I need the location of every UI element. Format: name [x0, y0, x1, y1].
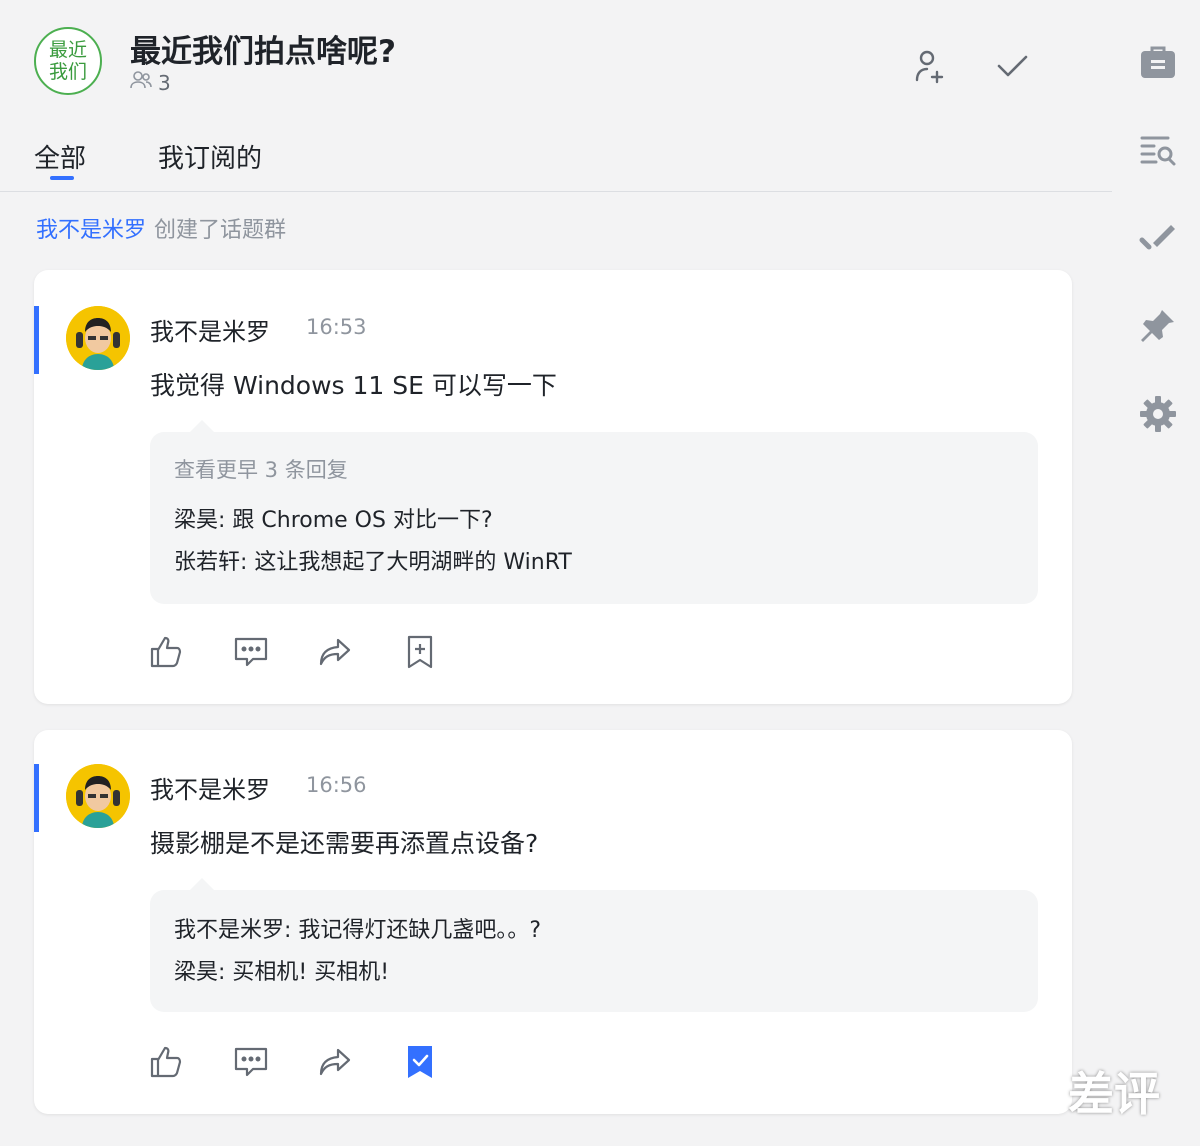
system-message: 我不是米罗 创建了话题群: [36, 212, 286, 244]
reply-item: 梁昊: 跟 Chrome OS 对比一下?: [174, 508, 493, 533]
add-member-icon[interactable]: [908, 44, 952, 88]
tab-divider: [0, 191, 1112, 192]
post-content: 摄影棚是不是还需要再添置点设备?: [150, 829, 539, 858]
edit-check-icon[interactable]: [1136, 216, 1180, 260]
tab-bar: 全部 我订阅的: [34, 138, 262, 180]
post-accent-bar: [34, 764, 39, 832]
share-icon[interactable]: [315, 1042, 355, 1082]
reply-box: 我不是米罗: 我记得灯还缺几盏吧。。? 梁昊: 买相机! 买相机!: [150, 878, 1038, 1012]
pin-icon[interactable]: [1136, 304, 1180, 348]
group-avatar[interactable]: 最近 我们: [34, 27, 102, 95]
group-avatar-line1: 最近: [48, 39, 87, 61]
reply-item: 我不是米罗: 我记得灯还缺几盏吧。。?: [174, 918, 542, 943]
tab-subscribed[interactable]: 我订阅的: [158, 138, 262, 175]
post-time: 16:53: [306, 315, 367, 339]
member-count[interactable]: 3: [130, 70, 171, 95]
share-icon[interactable]: [315, 632, 355, 672]
post-card: 我不是米罗 16:56 摄影棚是不是还需要再添置点设备? 我不是米罗: 我记得灯…: [34, 730, 1072, 1114]
reply-box: 查看更早 3 条回复 梁昊: 跟 Chrome OS 对比一下? 张若轩: 这让…: [150, 420, 1038, 604]
members-icon: [130, 70, 152, 95]
check-icon[interactable]: [990, 44, 1034, 88]
post-time: 16:56: [306, 773, 367, 797]
post-card: 我不是米罗 16:53 我觉得 Windows 11 SE 可以写一下 查看更早…: [34, 270, 1072, 704]
watermark: 差评: [1068, 1067, 1160, 1121]
member-count-value: 3: [158, 70, 171, 95]
settings-icon[interactable]: [1136, 392, 1180, 436]
post-content: 我觉得 Windows 11 SE 可以写一下: [150, 371, 557, 400]
search-list-icon[interactable]: [1136, 128, 1180, 172]
like-icon[interactable]: [146, 632, 186, 672]
comment-icon[interactable]: [231, 632, 271, 672]
tab-all[interactable]: 全部: [34, 138, 86, 180]
post-author[interactable]: 我不是米罗: [150, 770, 270, 805]
briefcase-icon[interactable]: [1136, 40, 1180, 84]
group-title: 最近我们拍点啥呢?: [130, 34, 396, 70]
group-avatar-line2: 我们: [48, 61, 87, 83]
comment-icon[interactable]: [231, 1042, 271, 1082]
more-replies-link[interactable]: 查看更早 3 条回复: [174, 454, 348, 484]
avatar[interactable]: [66, 306, 130, 370]
system-message-text: 创建了话题群: [154, 218, 287, 243]
avatar[interactable]: [66, 764, 130, 828]
bookmarked-icon[interactable]: [400, 1042, 440, 1082]
like-icon[interactable]: [146, 1042, 186, 1082]
system-message-user[interactable]: 我不是米罗: [36, 218, 146, 243]
main-panel: 最近 我们 最近我们拍点啥呢? 3 全部 我订阅的 我不是米罗 创建了话题群 我…: [0, 0, 1112, 1146]
reply-item: 梁昊: 买相机! 买相机!: [174, 960, 390, 985]
bookmark-add-icon[interactable]: [400, 632, 440, 672]
post-accent-bar: [34, 306, 39, 374]
right-rail: [1112, 0, 1200, 1146]
post-author[interactable]: 我不是米罗: [150, 312, 270, 347]
reply-item: 张若轩: 这让我想起了大明湖畔的 WinRT: [174, 550, 572, 575]
